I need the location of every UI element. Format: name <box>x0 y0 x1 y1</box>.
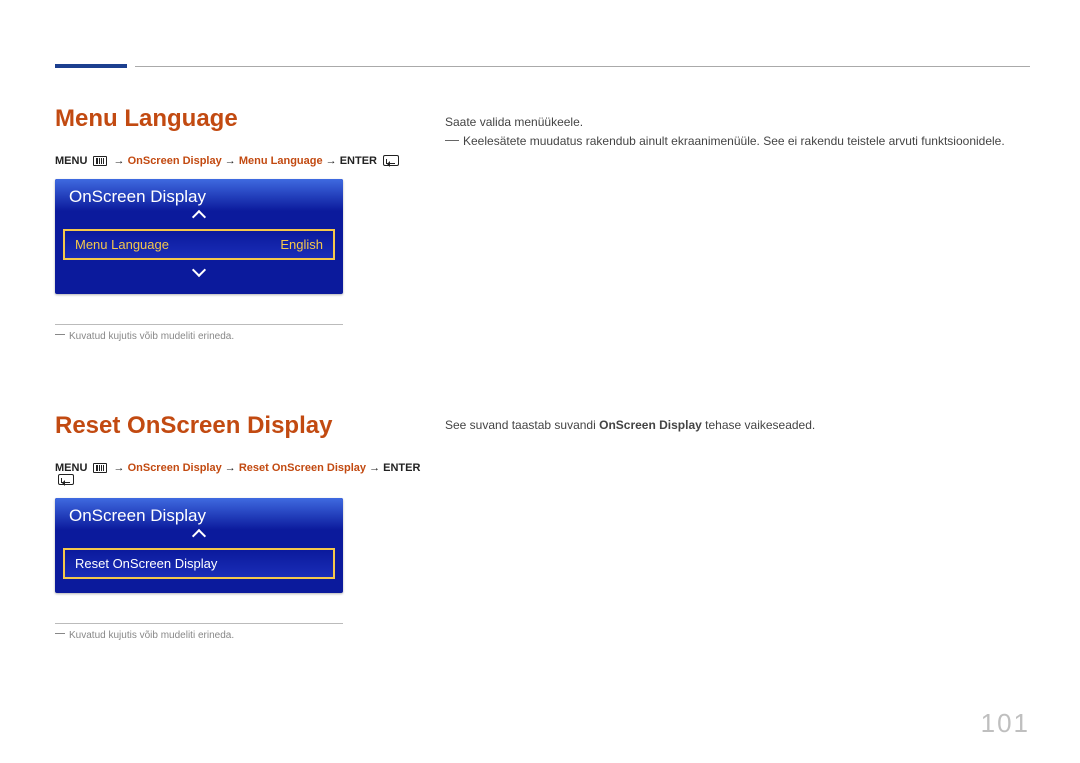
path-enter-label-2: ENTER <box>383 462 420 474</box>
osd-item-label-2: Reset OnScreen Display <box>75 556 217 571</box>
path-osd-2: OnScreen Display <box>128 462 222 474</box>
enter-icon-2 <box>58 474 74 485</box>
page-number: 101 <box>981 708 1030 739</box>
section-menu-language: Menu Language MENU → OnScreen Display → … <box>55 105 1030 342</box>
footnote-2: Kuvatud kujutis võib mudeliti erineda. <box>55 630 445 641</box>
osd-item-menu-language[interactable]: Menu Language English <box>63 229 335 260</box>
heading-reset-osd: Reset OnScreen Display <box>55 412 445 440</box>
path-menu-label-2: MENU <box>55 462 87 474</box>
osd-panel-2: OnScreen Display Reset OnScreen Display <box>55 498 343 593</box>
menu-path-1: MENU → OnScreen Display → Menu Language … <box>55 155 445 167</box>
note-dash-icon <box>445 140 459 141</box>
osd-item-value: English <box>280 237 323 252</box>
header-divider <box>135 66 1030 67</box>
path-osd: OnScreen Display <box>128 155 222 167</box>
path-menu-label: MENU <box>55 155 87 167</box>
body-line-1: Saate valida menüükeele. <box>445 113 1030 132</box>
body-text-1: Saate valida menüükeele. Keelesätete muu… <box>445 105 1030 342</box>
path-menu-language: Menu Language <box>239 155 323 167</box>
menu-path-2: MENU → OnScreen Display → Reset OnScreen… <box>55 462 445 486</box>
footnote-divider-2 <box>55 623 343 624</box>
osd-item-reset[interactable]: Reset OnScreen Display <box>63 548 335 579</box>
menu-grid-icon-2 <box>93 463 107 473</box>
footnote-divider-1 <box>55 324 343 325</box>
dash-icon-2 <box>55 633 65 634</box>
osd-down-arrow-1[interactable] <box>55 262 343 284</box>
heading-menu-language: Menu Language <box>55 105 445 133</box>
osd-panel-1: OnScreen Display Menu Language English <box>55 179 343 294</box>
osd-up-arrow-2[interactable] <box>55 530 343 548</box>
section-reset-osd: Reset OnScreen Display MENU → OnScreen D… <box>55 412 1030 641</box>
header-accent-bar <box>55 64 127 68</box>
osd-title-1: OnScreen Display <box>55 179 343 211</box>
osd-up-arrow-1[interactable] <box>55 211 343 229</box>
dash-icon <box>55 334 65 335</box>
footnote-1: Kuvatud kujutis võib mudeliti erineda. <box>55 331 445 342</box>
body-line-2: Keelesätete muudatus rakendub ainult ekr… <box>445 132 1030 151</box>
path-enter-label: ENTER <box>340 155 377 167</box>
osd-item-label: Menu Language <box>75 237 169 252</box>
path-reset-osd: Reset OnScreen Display <box>239 462 366 474</box>
menu-grid-icon <box>93 156 107 166</box>
body-line-reset: See suvand taastab suvandi OnScreen Disp… <box>445 416 1030 435</box>
osd-title-2: OnScreen Display <box>55 498 343 530</box>
enter-icon <box>383 155 399 166</box>
body-text-2: See suvand taastab suvandi OnScreen Disp… <box>445 412 1030 641</box>
